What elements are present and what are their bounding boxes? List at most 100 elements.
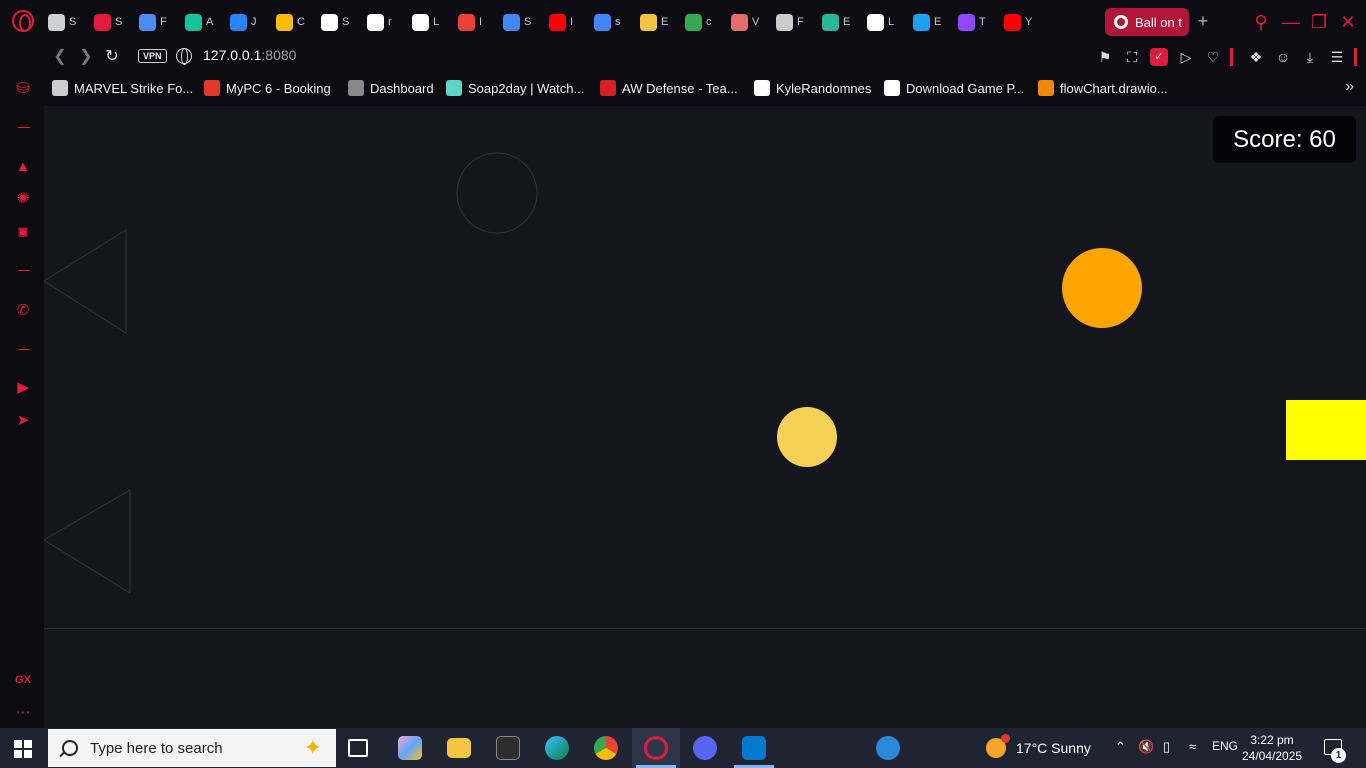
tab-15[interactable]: V xyxy=(731,12,765,32)
notification-count-badge: 1 xyxy=(1331,748,1346,763)
bookmark-3[interactable]: Soap2day | Watch... xyxy=(446,79,584,97)
tab-19[interactable]: E xyxy=(913,12,947,32)
pocket-icon[interactable]: ✓ xyxy=(1150,48,1168,66)
aria-icon[interactable]: ▲ xyxy=(14,158,32,176)
minimize-button[interactable]: — xyxy=(1280,11,1302,33)
bookmark-label: MyPC 6 - Booking xyxy=(226,80,331,96)
chrome-icon[interactable] xyxy=(594,736,618,760)
file-icon xyxy=(321,13,338,31)
site-info-globe-icon[interactable] xyxy=(176,48,192,65)
tab-title: F xyxy=(160,16,167,28)
discord-icon[interactable] xyxy=(693,736,717,760)
tab-1[interactable]: S xyxy=(94,12,128,32)
game-shapes xyxy=(44,152,538,594)
bookmark-7[interactable]: flowChart.drawio... xyxy=(1038,79,1168,97)
sparkle-icon: ✦ xyxy=(303,735,322,760)
tab-5[interactable]: C xyxy=(276,12,310,32)
copilot-icon[interactable] xyxy=(398,736,422,760)
weather-widget[interactable]: 17°C Sunny xyxy=(986,734,1091,758)
tab-6[interactable]: S xyxy=(321,12,355,32)
restore-button[interactable]: ❐ xyxy=(1308,11,1330,33)
gx-control-icon[interactable]: ⛁ xyxy=(14,80,32,98)
tab-2[interactable]: F xyxy=(139,12,173,32)
clock[interactable]: 3:22 pm 24/04/2025 xyxy=(1242,732,1302,764)
tab-12[interactable]: s xyxy=(594,12,628,32)
wifi-icon[interactable]: ≈ xyxy=(1189,739,1196,754)
download-icon[interactable]: ⤓ xyxy=(1301,48,1319,66)
start-button[interactable] xyxy=(14,740,32,758)
game-canvas[interactable]: Score: 60 xyxy=(44,106,1366,628)
tab-14[interactable]: c xyxy=(685,12,719,32)
tab-21[interactable]: Y xyxy=(1004,12,1038,32)
taskbar-search[interactable]: Type here to search ✦ xyxy=(48,729,336,767)
vscode-icon[interactable] xyxy=(742,736,766,760)
tray-chevron-up-icon[interactable]: ⌃ xyxy=(1115,739,1126,755)
chatgpt-icon[interactable]: ✺ xyxy=(14,190,32,208)
extensions-icon[interactable]: ❖ xyxy=(1247,48,1265,66)
tab-10[interactable]: S xyxy=(503,12,537,32)
easy-setup-icon[interactable]: ☰ xyxy=(1328,48,1346,66)
reload-button[interactable]: ↻ xyxy=(102,47,122,67)
tab-title: S xyxy=(69,16,77,28)
flow-icon[interactable]: ➤ xyxy=(14,412,32,430)
jar-icon xyxy=(731,13,748,31)
wave-icon xyxy=(776,13,793,31)
bookmark-6[interactable]: Download Game P... xyxy=(884,79,1024,97)
close-button[interactable]: ✕ xyxy=(1337,11,1359,33)
tab-3[interactable]: A xyxy=(185,12,219,32)
windows-taskbar: Type here to search ✦ 17°C Sunny ⌃ 🔇 ▯ ≈… xyxy=(0,728,1366,768)
tab-13[interactable]: E xyxy=(640,12,674,32)
search-tabs-icon[interactable]: ⚲ xyxy=(1250,11,1272,33)
tab-active[interactable]: Ball on t xyxy=(1105,8,1189,36)
new-tab-button[interactable]: + xyxy=(1194,12,1212,30)
task-view-icon[interactable] xyxy=(348,739,368,757)
tab-4[interactable]: J xyxy=(230,12,264,32)
ground-area xyxy=(44,628,1366,728)
tab-title: J xyxy=(251,16,257,28)
bookmark-1[interactable]: MyPC 6 - Booking xyxy=(204,79,331,97)
file-explorer-icon[interactable] xyxy=(447,738,471,758)
battery-icon[interactable]: ▯ xyxy=(1163,739,1170,755)
opera-gx-taskbar-icon[interactable] xyxy=(644,736,668,760)
help-icon[interactable] xyxy=(876,736,900,760)
bookmark-2[interactable]: Dashboard xyxy=(348,79,434,97)
tab-title: E xyxy=(843,16,851,28)
tab-18[interactable]: L xyxy=(867,12,901,32)
url-field[interactable]: 127.0.0.1:8080 xyxy=(203,47,296,63)
back-button[interactable]: ❮ xyxy=(50,47,70,67)
send-icon[interactable]: ▷ xyxy=(1177,48,1195,66)
tab-0[interactable]: S xyxy=(48,12,82,32)
terminal-icon[interactable] xyxy=(496,736,520,760)
player-icon[interactable]: ▶ xyxy=(14,379,32,397)
tab-20[interactable]: T xyxy=(958,12,992,32)
tab-title: S xyxy=(342,16,350,28)
profile-icon[interactable]: ☺ xyxy=(1274,48,1292,66)
pin-icon[interactable]: ⚑ xyxy=(1096,48,1114,66)
tab-11[interactable]: I xyxy=(549,12,583,32)
gx-corner-icon[interactable]: GX xyxy=(14,671,32,689)
vpn-badge[interactable]: VPN xyxy=(138,49,167,63)
tab-9[interactable]: I xyxy=(458,12,492,32)
heart-icon[interactable]: ♡ xyxy=(1204,48,1222,66)
jira-icon xyxy=(230,13,247,31)
language-indicator[interactable]: ENG xyxy=(1212,739,1238,753)
forward-button[interactable]: ❯ xyxy=(76,47,96,67)
volume-muted-icon[interactable]: 🔇 xyxy=(1138,739,1154,755)
bookmark-0[interactable]: MARVEL Strike Fo... xyxy=(52,79,193,97)
opera-gx-logo-icon[interactable] xyxy=(12,10,34,32)
whatsapp-icon[interactable]: ✆ xyxy=(14,302,32,320)
tab-16[interactable]: F xyxy=(776,12,810,32)
twitch-sidebar-icon[interactable]: ▣ xyxy=(14,223,32,241)
tab-title: L xyxy=(433,16,440,28)
snapshot-icon[interactable]: ⛶ xyxy=(1123,48,1141,66)
bookmarks-overflow-icon[interactable]: » xyxy=(1345,78,1354,96)
bookmark-4[interactable]: AW Defense - Tea... xyxy=(600,79,738,97)
active-tab-title: Ball on t xyxy=(1135,14,1182,30)
tab-8[interactable]: L xyxy=(412,12,446,32)
tab-title: E xyxy=(661,16,669,28)
bookmark-5[interactable]: KyleRandomnes xyxy=(754,79,871,97)
more-options-icon[interactable]: ⋯ xyxy=(14,704,32,722)
edge-icon[interactable] xyxy=(545,736,569,760)
tab-17[interactable]: E xyxy=(822,12,856,32)
tab-7[interactable]: r xyxy=(367,12,401,32)
